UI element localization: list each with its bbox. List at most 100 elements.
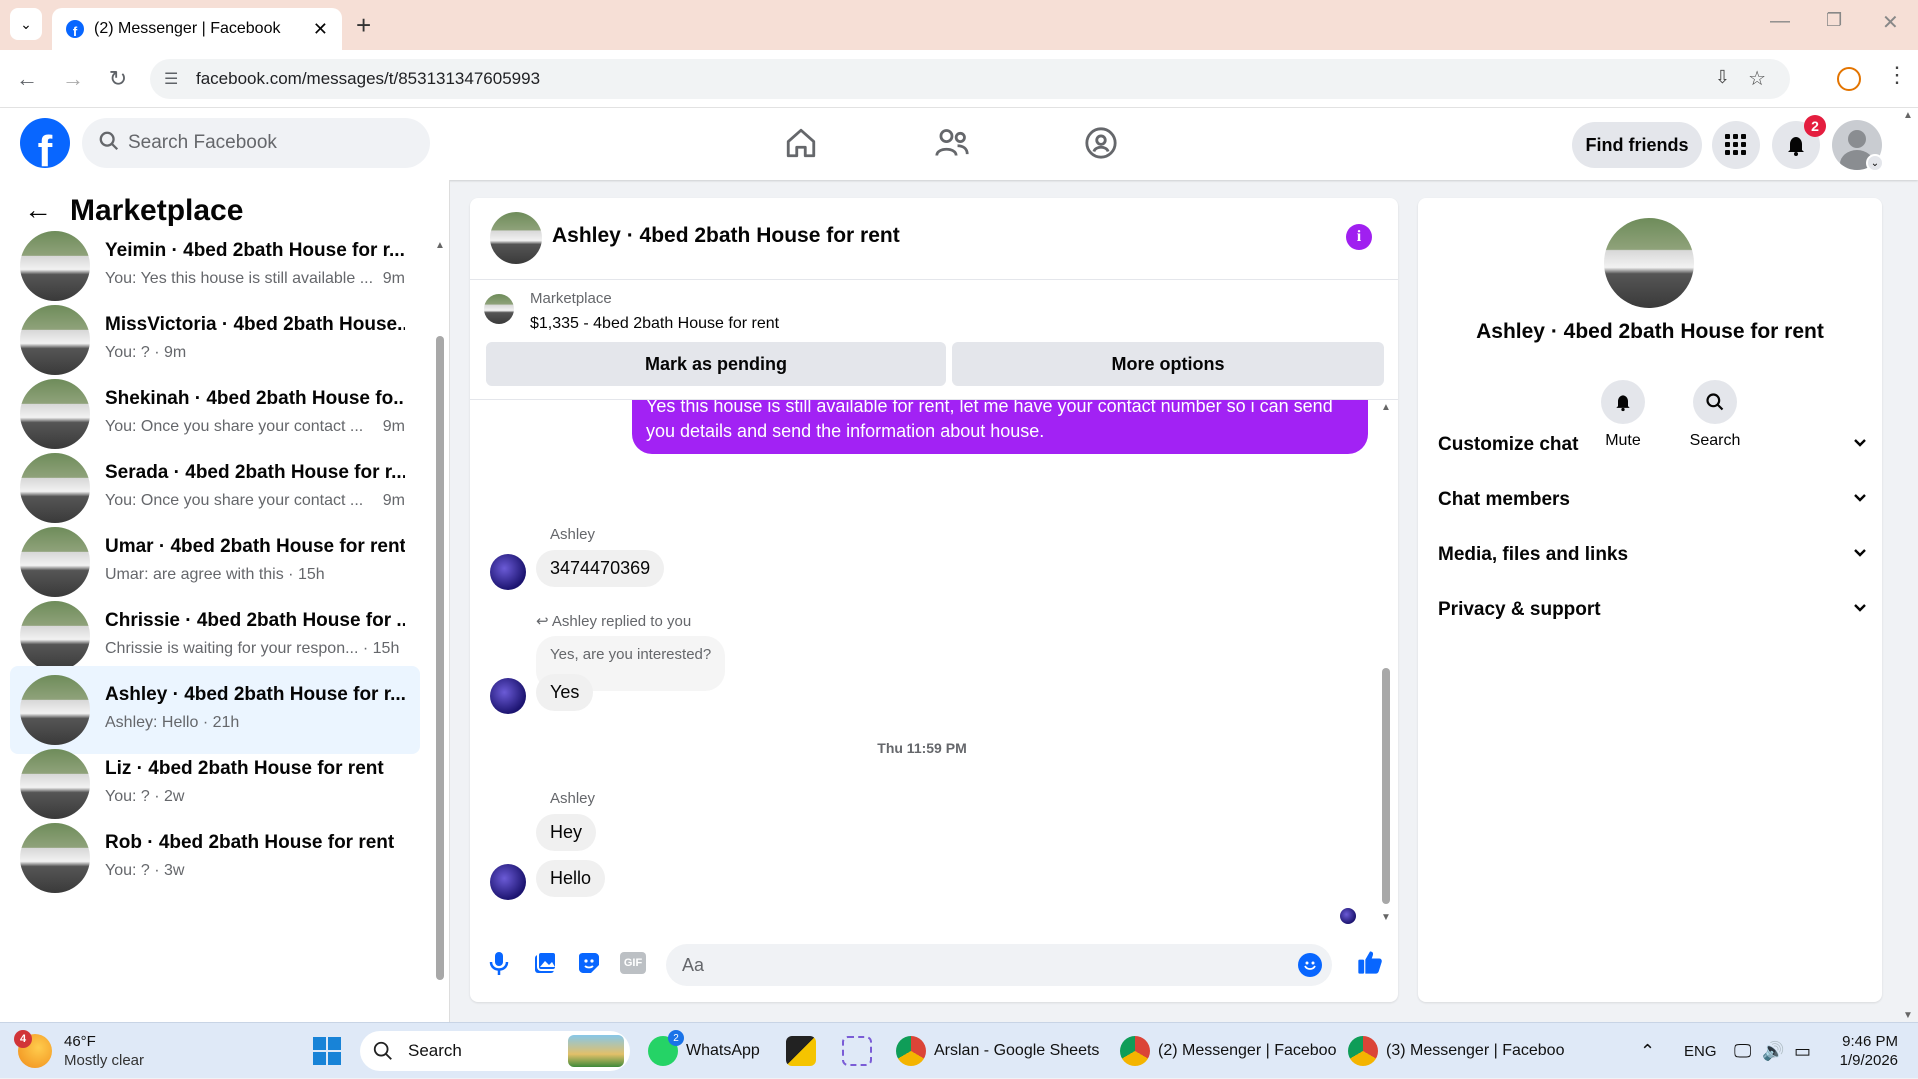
search-icon [1693,380,1737,424]
sender-avatar[interactable] [490,554,526,590]
sticky-notes-icon [786,1036,816,1066]
taskbar-search[interactable]: Search [360,1031,630,1071]
bookmark-star-icon[interactable]: ☆ [1748,66,1766,91]
listing-avatar[interactable] [490,212,542,264]
url-field[interactable]: ☰ facebook.com/messages/t/85313134760599… [150,59,1790,99]
weather-icon: 4 [14,1030,52,1068]
gif-icon[interactable]: GIF [620,952,646,974]
search-icon [373,1041,392,1060]
taskbar-snipping-tool[interactable] [842,1023,880,1079]
emoji-icon[interactable] [1298,953,1322,977]
profile-icon[interactable] [1837,67,1861,91]
listing-thumb[interactable] [484,294,514,324]
message-timestamp: Thu 11:59 PM [877,740,967,756]
photo-icon[interactable] [532,950,558,981]
install-app-icon[interactable]: ⇩ [1715,67,1730,88]
facebook-search-input[interactable]: Search Facebook [82,118,430,168]
conversation-item[interactable]: Rob · 4bed 2bath House for rent You: ? · … [10,814,420,902]
section-label: Media, files and links [1438,544,1629,565]
scroll-down-arrow[interactable]: ▼ [1903,1010,1913,1021]
conversation-preview: Chrissie is waiting for your respon... ·… [105,640,405,658]
close-window-button[interactable]: ✕ [1882,10,1899,35]
browser-menu-icon[interactable]: ⋮ [1886,62,1908,88]
messages-area: Yes this house is still available for re… [470,400,1398,930]
sticker-icon[interactable] [576,950,602,981]
battery-icon[interactable]: ▭ [1794,1023,1811,1079]
message-bubble-hey[interactable]: Hey [536,814,597,851]
details-section-row[interactable]: Chat members [1438,489,1868,511]
message-input[interactable]: Aa [666,944,1332,986]
taskbar-messenger-2[interactable]: (2) Messenger | Faceboo [1120,1023,1336,1079]
language-indicator[interactable]: ENG [1684,1023,1717,1079]
scroll-up-arrow[interactable]: ▲ [1903,110,1913,121]
page-scrollbar[interactable]: ▲ ▼ [1902,110,1914,1024]
home-nav-icon[interactable] [784,126,818,165]
close-tab-icon[interactable]: ✕ [313,19,328,40]
weather-widget[interactable]: 4 46°F Mostly clear [14,1023,144,1079]
reload-button[interactable]: ↻ [103,64,133,94]
forward-button[interactable]: → [58,64,88,94]
volume-icon[interactable]: 🔊 [1762,1023,1784,1079]
preview-text: Chrissie is waiting for your respon... ·… [105,640,400,657]
facebook-logo-icon[interactable]: f [20,118,70,168]
find-friends-button[interactable]: Find friends [1572,122,1702,168]
back-button[interactable]: ← [12,64,42,94]
new-tab-button[interactable]: + [356,10,371,41]
conversation-info-icon[interactable]: i [1346,224,1372,250]
chat-scrollbar[interactable]: ▲ ▼ [1380,400,1392,930]
details-section-row[interactable]: Customize chat [1438,434,1868,456]
site-info-icon[interactable]: ☰ [164,69,178,89]
windows-taskbar: 4 46°F Mostly clear Search 2 WhatsApp Ar… [0,1022,1918,1078]
taskbar-whatsapp[interactable]: 2 WhatsApp [648,1023,760,1079]
scroll-up-arrow[interactable]: ▲ [435,240,445,251]
show-hidden-icons[interactable]: ⌃ [1640,1023,1655,1079]
more-options-button[interactable]: More options [952,342,1384,386]
message-bubble-phone[interactable]: 3474470369 [536,550,665,587]
friends-nav-icon[interactable] [934,126,970,165]
start-button[interactable] [312,1023,342,1079]
address-bar: ← → ↻ ☰ facebook.com/messages/t/85313134… [0,50,1918,108]
taskbar-sticky-notes[interactable] [786,1023,824,1079]
scroll-down-arrow[interactable]: ▼ [1381,912,1391,923]
browser-tab-active[interactable]: f (2) Messenger | Facebook ✕ [52,8,342,50]
scrollbar-track[interactable]: ▲ ▼ [434,240,446,1022]
clock[interactable]: 9:46 PM 1/9/2026 [1836,1023,1898,1079]
preview-text: You: Once you share your contact ... [105,492,364,509]
account-chevron-icon[interactable]: ⌄ [1866,154,1884,172]
browser-tab-bar: ⌄ f (2) Messenger | Facebook ✕ + — ❐ ✕ [0,0,1918,50]
scrollbar-thumb[interactable] [436,336,444,980]
sender-avatar[interactable] [490,678,526,714]
restore-button[interactable]: ❐ [1826,10,1842,31]
menu-grid-button[interactable] [1712,121,1760,169]
tab-list-button[interactable]: ⌄ [10,8,42,40]
preview-text: Ashley: Hello · 21h [105,714,240,731]
chat-details-avatar[interactable] [1604,218,1694,308]
sender-avatar[interactable] [490,864,526,900]
url-text: facebook.com/messages/t/853131347605993 [196,69,541,88]
microphone-icon[interactable] [488,950,510,981]
scroll-up-arrow[interactable]: ▲ [1381,402,1391,413]
taskbar-google-sheets[interactable]: Arslan - Google Sheets [896,1023,1099,1079]
scrollbar-thumb[interactable] [1382,668,1390,904]
network-icon[interactable]: 🖵 [1734,1023,1751,1079]
search-placeholder: Search Facebook [128,132,277,153]
listing-price[interactable]: $1,335 - 4bed 2bath House for rent [530,315,779,333]
conversation-preview: You: ? · 3w [105,862,405,880]
mark-as-pending-button[interactable]: Mark as pending [486,342,946,386]
reply-indicator: ↩ Ashley replied to you [536,612,691,630]
details-section-row[interactable]: Media, files and links [1438,544,1868,566]
notifications-button[interactable]: 2 [1772,115,1826,169]
outgoing-message[interactable]: Yes this house is still available for re… [632,400,1368,454]
taskbar-messenger-3[interactable]: (3) Messenger | Faceboo [1348,1023,1564,1079]
listing-banner: Marketplace $1,335 - 4bed 2bath House fo… [470,280,1398,400]
message-bubble-yes[interactable]: Yes [536,674,594,711]
grid-icon [1725,134,1746,155]
message-bubble-hello[interactable]: Hello [536,860,606,897]
preview-text: You: ? · 2w [105,788,185,805]
conversation-title: Umar · 4bed 2bath House for rent [105,536,405,557]
details-section-row[interactable]: Privacy & support [1438,599,1868,621]
minimize-button[interactable]: — [1770,10,1790,33]
thumbs-up-icon[interactable] [1356,948,1384,981]
chat-header-title[interactable]: Ashley · 4bed 2bath House for rent [552,224,900,248]
groups-nav-icon[interactable] [1084,126,1118,165]
